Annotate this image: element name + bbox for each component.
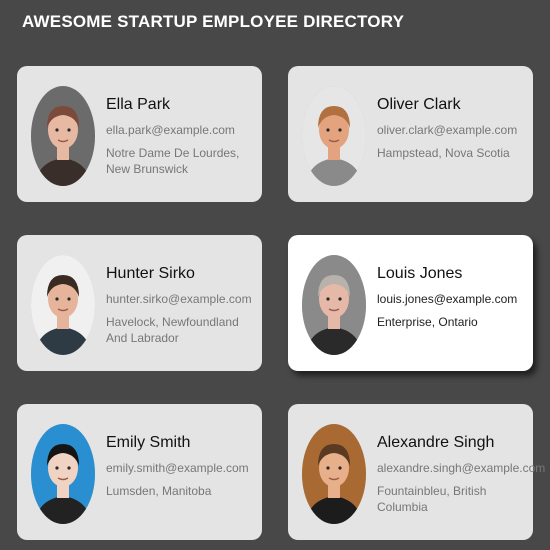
employee-name: Emily Smith [106,434,191,451]
employee-email: hunter.sirko@example.com [106,292,252,306]
employee-email: emily.smith@example.com [106,461,249,475]
employee-location: Havelock, Newfoundland And Labrador [106,315,239,345]
employee-name: Ella Park [106,96,171,113]
avatar [31,86,95,186]
employee-email: ella.park@example.com [106,123,235,137]
employee-location: Enterprise, Ontario [377,315,478,329]
person-photo-icon [31,255,95,355]
employee-card[interactable]: Oliver Clark oliver.clark@example.com Ha… [288,66,533,202]
avatar [31,255,95,355]
employee-card[interactable]: Alexandre Singh alexandre.singh@example.… [288,404,546,540]
person-photo-icon [302,424,366,524]
employee-name: Alexandre Singh [377,434,495,451]
avatar [302,255,366,355]
employee-email: alexandre.singh@example.com [377,461,546,475]
avatar [302,424,366,524]
avatar [31,424,95,524]
employee-name: Oliver Clark [377,96,461,113]
employee-card[interactable]: Emily Smith emily.smith@example.com Lums… [17,404,262,540]
employee-card[interactable]: Hunter Sirko hunter.sirko@example.com Ha… [17,235,262,371]
employee-grid: Ella Park ella.park@example.com Notre Da… [0,0,550,550]
employee-name: Hunter Sirko [106,265,195,282]
employee-name: Louis Jones [377,265,463,282]
employee-email: louis.jones@example.com [377,292,518,306]
avatar [302,86,366,186]
employee-email: oliver.clark@example.com [377,123,518,137]
person-photo-icon [31,86,95,186]
person-photo-icon [302,86,366,186]
person-photo-icon [31,424,95,524]
employee-card[interactable]: Ella Park ella.park@example.com Notre Da… [17,66,262,202]
employee-location: Fountainbleu, British Columbia [377,484,487,514]
person-photo-icon [302,255,366,355]
employee-location: Notre Dame De Lourdes, New Brunswick [106,146,240,176]
employee-location: Lumsden, Manitoba [106,484,212,498]
employee-card-selected[interactable]: Louis Jones louis.jones@example.com Ente… [288,235,533,371]
employee-location: Hampstead, Nova Scotia [377,146,510,160]
